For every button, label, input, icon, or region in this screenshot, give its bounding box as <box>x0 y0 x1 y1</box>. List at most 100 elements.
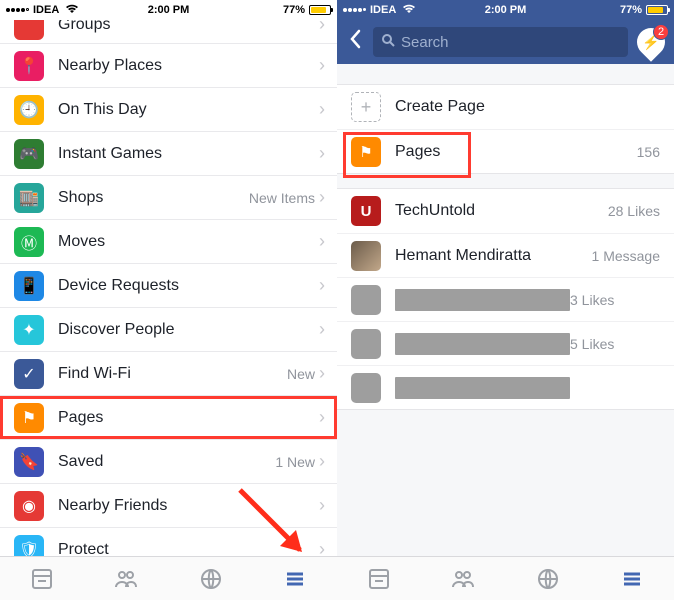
menu-item-groups[interactable]: Groups› <box>0 20 337 44</box>
clock-icon: 🕘 <box>14 95 44 125</box>
right-screen: IDEA 2:00 PM 77% Search ⚡ 2 <box>337 0 674 600</box>
page-entry[interactable]: U TechUntold28 Likes <box>337 189 674 233</box>
shield-icon: 🛡 <box>14 535 44 557</box>
page-entry[interactable]: Hemant Mendiratta1 Message <box>337 233 674 277</box>
menu-item-label: Shops <box>58 189 249 207</box>
status-bar: IDEA 2:00 PM 77% <box>337 0 674 20</box>
menu-item-label: Discover People <box>58 321 319 339</box>
messenger-badge: 2 <box>653 24 669 40</box>
signal-dots-icon <box>343 8 366 12</box>
tab-menu[interactable] <box>590 557 674 600</box>
avatar: U <box>351 196 381 226</box>
page-entry-label: TechUntold <box>395 202 608 220</box>
pages-count: 156 <box>637 144 660 160</box>
menu-item-pages[interactable]: ⚑ Pages› <box>0 396 337 440</box>
pages-row[interactable]: ⚑ Pages 156 <box>337 129 674 173</box>
groups-icon <box>14 20 44 40</box>
discover-icon: ✦ <box>14 315 44 345</box>
menu-item-shops[interactable]: 🏬ShopsNew Items› <box>0 176 337 220</box>
bookmark-icon: 🔖 <box>14 447 44 477</box>
page-entry-meta: 3 Likes <box>570 292 614 308</box>
tab-globe[interactable] <box>169 557 253 600</box>
chevron-right-icon: › <box>319 99 325 120</box>
battery-pct: 77% <box>283 4 305 16</box>
menu-item-meta: 1 New <box>275 454 315 470</box>
wifi-icon: ✓ <box>14 359 44 389</box>
back-button[interactable] <box>345 29 365 55</box>
page-entry[interactable] <box>337 365 674 409</box>
page-entry-label <box>395 377 570 399</box>
chevron-right-icon: › <box>319 319 325 340</box>
menu-item-meta: New <box>287 366 315 382</box>
menu-item-label: Pages <box>58 409 319 427</box>
tab-feed[interactable] <box>0 557 84 600</box>
menu-item-label: On This Day <box>58 101 319 119</box>
menu-item-nearby-places[interactable]: 📍Nearby Places› <box>0 44 337 88</box>
menu-item-discover-people[interactable]: ✦ Discover People› <box>0 308 337 352</box>
menu-item-saved[interactable]: 🔖 Saved1 New› <box>0 440 337 484</box>
tab-menu[interactable] <box>253 557 337 600</box>
menu-item-label: Saved <box>58 453 275 471</box>
menu-item-nearby-friends[interactable]: ◉Nearby Friends› <box>0 484 337 528</box>
menu-item-label: Nearby Places <box>58 57 319 75</box>
menu-item-label: Device Requests <box>58 277 319 295</box>
moves-icon: Ⓜ <box>14 227 44 257</box>
shop-icon: 🏬 <box>14 183 44 213</box>
tab-globe[interactable] <box>506 557 590 600</box>
menu-item-moves[interactable]: ⓂMoves› <box>0 220 337 264</box>
chevron-right-icon: › <box>319 143 325 164</box>
avatar <box>351 241 381 271</box>
carrier-label: IDEA <box>370 4 396 16</box>
plus-icon: + <box>351 92 381 122</box>
create-page-row[interactable]: + Create Page <box>337 85 674 129</box>
chevron-right-icon: › <box>319 451 325 472</box>
battery-icon <box>646 5 668 15</box>
section-gap <box>337 410 674 556</box>
menu-item-on-this-day[interactable]: 🕘 On This Day› <box>0 88 337 132</box>
tab-friends[interactable] <box>421 557 505 600</box>
tab-bar <box>337 556 674 600</box>
menu-item-protect[interactable]: 🛡 Protect› <box>0 528 337 556</box>
wifi-icon <box>65 4 79 17</box>
chevron-right-icon: › <box>319 20 325 35</box>
battery-icon <box>309 5 331 15</box>
avatar <box>351 285 381 315</box>
page-entry-meta: 5 Likes <box>570 336 614 352</box>
menu-item-label: Protect <box>58 541 319 557</box>
page-entry[interactable]: 3 Likes <box>337 277 674 321</box>
menu-item-label: Groups <box>58 20 319 34</box>
chevron-right-icon: › <box>319 187 325 208</box>
page-entry[interactable]: 5 Likes <box>337 321 674 365</box>
avatar <box>351 329 381 359</box>
menu-item-instant-games[interactable]: 🎮Instant Games› <box>0 132 337 176</box>
status-bar: IDEA 2:00 PM 77% <box>0 0 337 20</box>
flag-icon: ⚑ <box>351 137 381 167</box>
page-entry-meta: 28 Likes <box>608 203 660 219</box>
chevron-right-icon: › <box>319 539 325 556</box>
chevron-right-icon: › <box>319 275 325 296</box>
section-gap <box>337 64 674 84</box>
menu-list[interactable]: Groups›📍Nearby Places›🕘On This Day›🎮Inst… <box>0 20 337 556</box>
search-input[interactable]: Search <box>373 27 628 57</box>
pages-list-section: U TechUntold28 Likes Hemant Mendiratta1 Me… <box>337 188 674 410</box>
nearby-icon: ◉ <box>14 491 44 521</box>
pin-icon: 📍 <box>14 51 44 81</box>
header-bar: Search ⚡ 2 <box>337 20 674 64</box>
tab-feed[interactable] <box>337 557 421 600</box>
pages-label: Pages <box>395 143 637 161</box>
signal-dots-icon <box>6 8 29 12</box>
avatar <box>351 373 381 403</box>
chevron-right-icon: › <box>319 363 325 384</box>
search-placeholder: Search <box>401 34 449 51</box>
tab-friends[interactable] <box>84 557 168 600</box>
games-icon: 🎮 <box>14 139 44 169</box>
menu-item-device-requests[interactable]: 📱 Device Requests› <box>0 264 337 308</box>
pages-header-section: + Create Page ⚑ Pages 156 <box>337 84 674 174</box>
chevron-right-icon: › <box>319 407 325 428</box>
menu-item-find-wi-fi[interactable]: ✓Find Wi-FiNew› <box>0 352 337 396</box>
messenger-button[interactable]: ⚡ 2 <box>636 27 666 57</box>
left-screen: IDEA 2:00 PM 77% Groups›📍Nearby Places›🕘… <box>0 0 337 600</box>
device-icon: 📱 <box>14 271 44 301</box>
menu-item-label: Nearby Friends <box>58 497 319 515</box>
flag-icon: ⚑ <box>14 403 44 433</box>
